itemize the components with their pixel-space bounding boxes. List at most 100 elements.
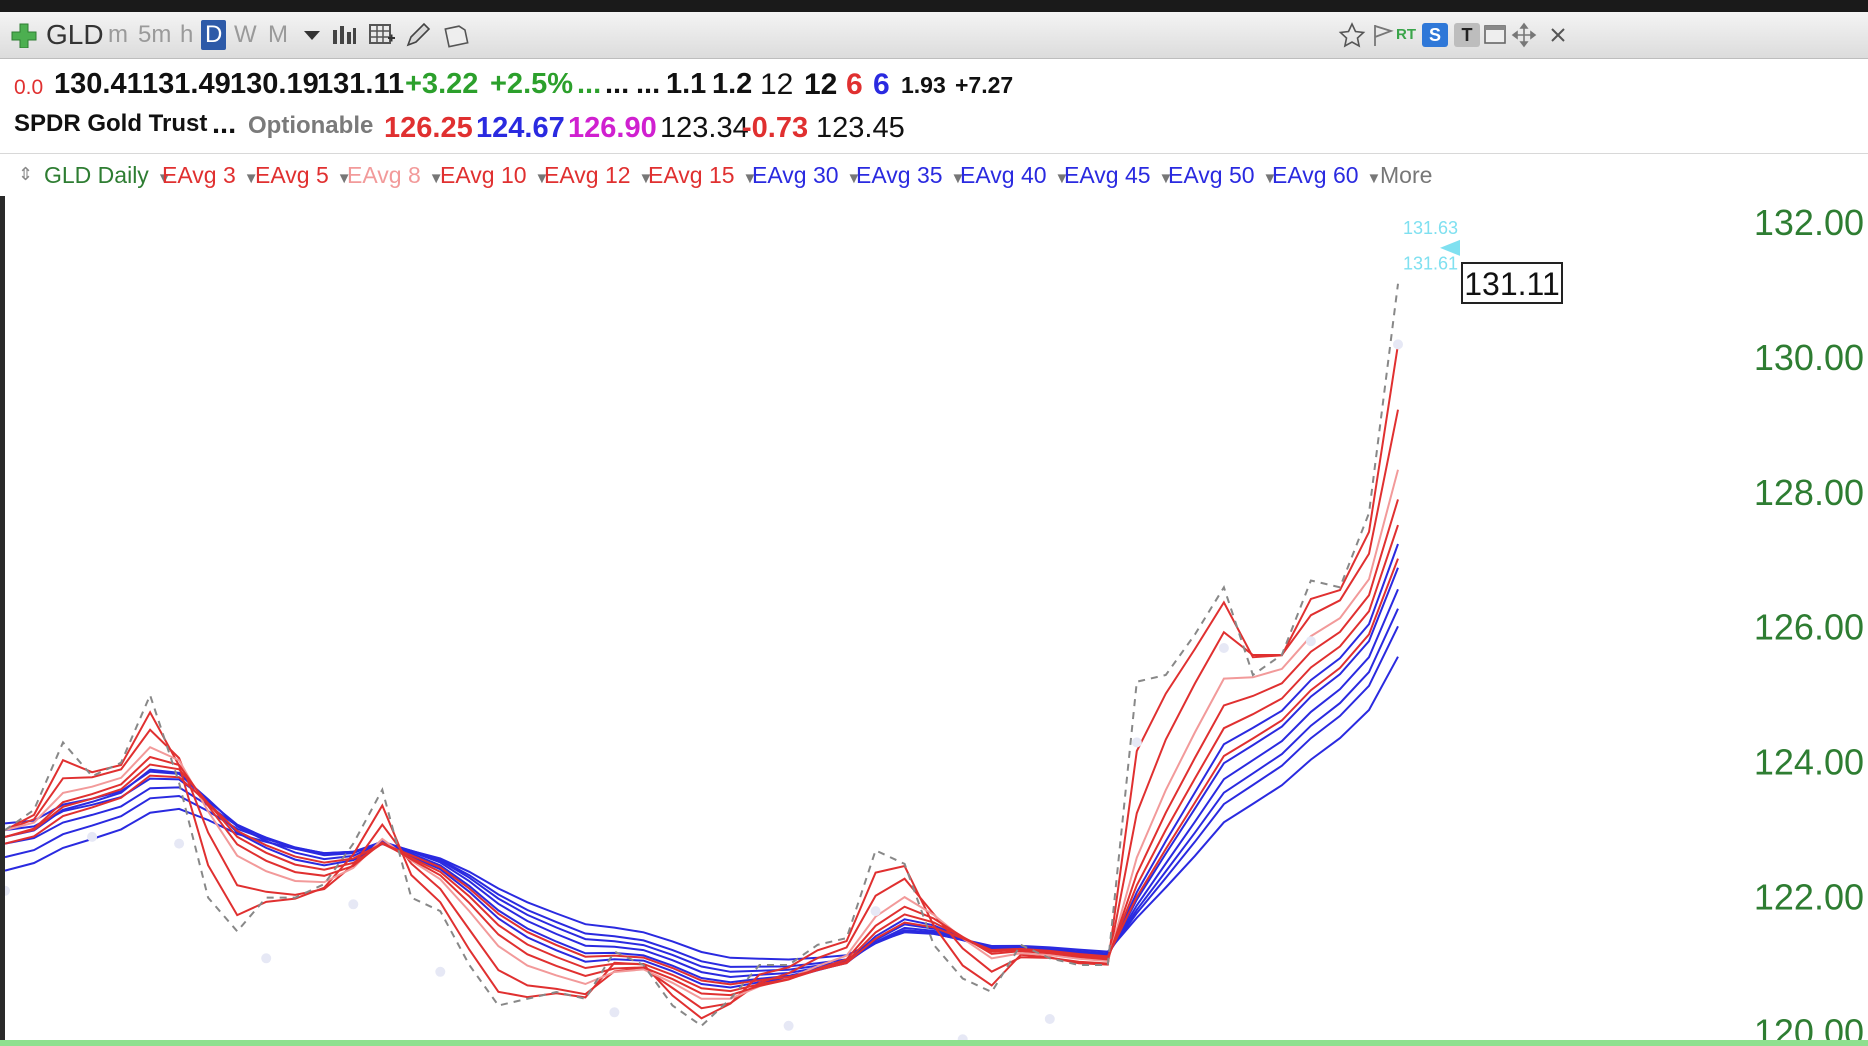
study-eavg-3[interactable]: EAvg 3 ▼ [162, 162, 259, 189]
low-point-dot [1131, 737, 1142, 748]
ema-line-15 [4, 558, 1399, 986]
flag-icon[interactable] [1370, 22, 1398, 48]
study-label: EAvg 40 [960, 162, 1047, 188]
study-eavg-5[interactable]: EAvg 5 ▼ [255, 162, 352, 189]
study-eavg-8[interactable]: EAvg 8 ▼ [347, 162, 444, 189]
value-3: 12 [760, 68, 794, 101]
y-axis-tick-label: 124.00 [1754, 742, 1864, 783]
studies-grid-icon[interactable] [368, 22, 396, 48]
study-label: EAvg 5 [255, 162, 329, 188]
study-main-label: GLD Daily [44, 162, 149, 188]
chart-style-icon[interactable] [330, 22, 358, 48]
study-label: EAvg 15 [648, 162, 735, 188]
study-legend-bar: ⇕ GLD Daily ▼ EAvg 3 ▼ EAvg 5 ▼ EAvg 8 ▼ EAv… [0, 153, 1868, 196]
period-minute[interactable]: m [108, 20, 128, 50]
sort-updown-icon[interactable]: ⇕ [18, 164, 33, 185]
study-label: EAvg 8 [347, 162, 421, 188]
study-label: EAvg 30 [752, 162, 839, 188]
y-axis-tick-label: 128.00 [1754, 472, 1864, 513]
study-eavg-40[interactable]: EAvg 40 ▼ [960, 162, 1069, 189]
low-point-dot [1305, 636, 1316, 647]
chart-bottom-border [0, 1040, 1868, 1046]
study-eavg-15[interactable]: EAvg 15 ▼ [648, 162, 757, 189]
ema-line-12 [4, 524, 1399, 993]
study-label: EAvg 12 [544, 162, 631, 188]
security-name: SPDR Gold Trust [14, 110, 208, 137]
info-value-6: 123.45 [816, 112, 905, 144]
low-point-dot [261, 953, 272, 964]
study-main[interactable]: GLD Daily ▼ [44, 162, 172, 189]
value-5: 6 [846, 68, 863, 101]
info-value-2: 124.67 [476, 112, 565, 144]
ema-line-50 [4, 625, 1399, 968]
window-titlebar [0, 0, 1868, 12]
low-point-dot [174, 838, 185, 849]
low-price: 130.19 [230, 68, 319, 100]
last-price-label: 131.11 [1464, 266, 1560, 302]
realtime-label[interactable]: RT [1396, 20, 1416, 50]
study-label: EAvg 60 [1272, 162, 1359, 188]
study-eavg-10[interactable]: EAvg 10 ▼ [440, 162, 549, 189]
dots-2: ... [605, 68, 630, 100]
window-left-edge [0, 196, 5, 1046]
value-4: 12 [804, 68, 838, 101]
period-dropdown-icon[interactable] [298, 22, 326, 48]
period-weekly[interactable]: W [234, 20, 257, 50]
star-icon[interactable] [1338, 22, 1366, 48]
optionable-label: Optionable [248, 112, 374, 139]
value-8: +7.27 [955, 72, 1014, 98]
draw-pencil-icon[interactable] [404, 22, 432, 48]
y-axis-tick-label: 132.00 [1754, 202, 1864, 243]
study-eavg-35[interactable]: EAvg 35 ▼ [856, 162, 965, 189]
info-value-1: 126.25 [384, 112, 473, 144]
period-monthly[interactable]: M [268, 20, 288, 50]
period-hour[interactable]: h [180, 20, 193, 50]
ema-line-30 [4, 543, 1399, 989]
study-eavg-12[interactable]: EAvg 12 ▼ [544, 162, 653, 189]
more-studies-button[interactable]: More [1380, 162, 1432, 189]
open-price: 130.41 [54, 68, 143, 100]
study-label: EAvg 45 [1064, 162, 1151, 188]
dots-1: ... [577, 68, 602, 100]
info-value-4: 123.34 [660, 112, 749, 144]
dots-3: ... [636, 68, 661, 100]
quote-row-prices: 0.0 130.41 131.49 130.19 131.11 +3.22 +2… [0, 62, 1868, 106]
info-value-3: 126.90 [568, 112, 657, 144]
window-icon[interactable] [1482, 22, 1510, 48]
percent-change: +2.5% [490, 68, 574, 100]
period-5min[interactable]: 5m [138, 20, 171, 50]
study-label: EAvg 3 [162, 162, 236, 188]
low-point-dot [1044, 1014, 1055, 1024]
t-button[interactable]: T [1454, 23, 1480, 47]
net-change: +3.22 [405, 68, 479, 100]
price-close-line [4, 283, 1399, 1028]
notes-icon[interactable] [442, 22, 470, 48]
s-button[interactable]: S [1422, 23, 1448, 47]
symbol-input[interactable]: GLD [46, 20, 104, 50]
close-icon[interactable] [1548, 22, 1568, 48]
study-label: EAvg 50 [1168, 162, 1255, 188]
ema-line-3 [4, 344, 1399, 1020]
dots-4: ... [212, 108, 237, 140]
study-eavg-30[interactable]: EAvg 30 ▼ [752, 162, 861, 189]
low-point-dot [870, 906, 881, 917]
period-daily[interactable]: D [201, 20, 227, 50]
price-chart[interactable]: 132.00130.00128.00126.00124.00122.00120.… [0, 196, 1868, 1046]
study-eavg-45[interactable]: EAvg 45 ▼ [1064, 162, 1173, 189]
high-price: 131.49 [142, 68, 231, 100]
value-6: 6 [873, 68, 890, 101]
low-point-dot [1218, 643, 1229, 653]
value-1: 1.1 [666, 68, 707, 100]
y-axis-tick-label: 130.00 [1754, 337, 1864, 378]
y-axis-tick-label: 126.00 [1754, 607, 1864, 648]
ema-line-10 [4, 499, 1399, 997]
low-point-dot [783, 1020, 794, 1031]
move-icon[interactable] [1510, 22, 1538, 48]
add-plus-icon[interactable] [10, 22, 38, 48]
study-label: EAvg 35 [856, 162, 943, 188]
ema-line-35 [4, 567, 1399, 984]
low-point-dot [435, 966, 446, 977]
study-eavg-60[interactable]: EAvg 60 ▼ [1272, 162, 1381, 189]
study-eavg-50[interactable]: EAvg 50 ▼ [1168, 162, 1277, 189]
ema-line-8 [4, 469, 1399, 1000]
